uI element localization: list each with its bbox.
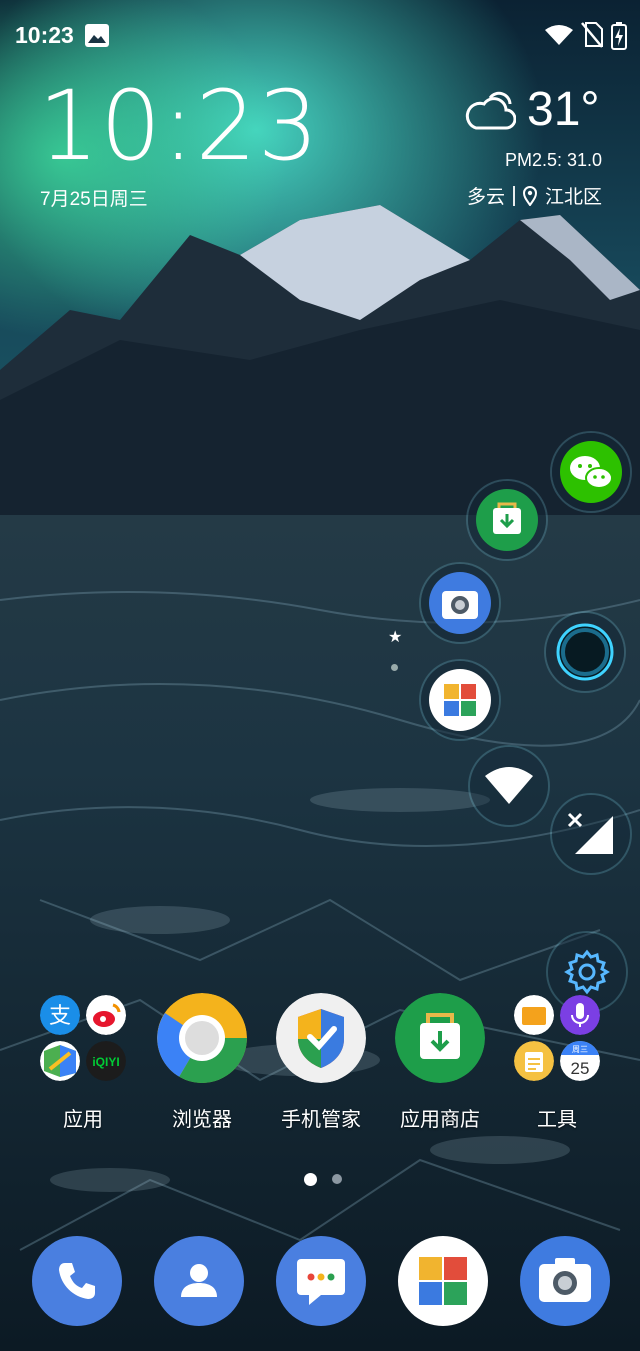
wifi-toggle[interactable] <box>470 747 548 825</box>
weather-location: 江北区 <box>544 187 602 208</box>
gear-icon <box>564 949 610 995</box>
pm25-reading: PM2.5: 31.0 <box>504 150 602 170</box>
app-store-icon <box>395 993 485 1083</box>
signal-off-icon <box>567 812 613 854</box>
camera-icon <box>429 572 491 634</box>
weather-temperature[interactable]: 31° <box>527 82 600 137</box>
dock-messages[interactable] <box>276 1236 366 1326</box>
mobile-data-toggle[interactable] <box>552 795 630 873</box>
camera-icon <box>539 1258 591 1302</box>
cloud-icon <box>465 91 516 130</box>
pinwheel-photos-icon <box>429 669 491 731</box>
weather-condition: 多云 <box>466 187 505 208</box>
app-label: 工具 <box>537 1109 577 1131</box>
iqiyi-logo-text: iQIYI <box>92 1055 119 1069</box>
status-bar: 10:23 <box>0 0 640 72</box>
app-label: 手机管家 <box>281 1109 361 1131</box>
clock-time-text: 10:23 <box>38 70 320 182</box>
wifi-icon <box>485 767 533 804</box>
app-label: 应用 <box>63 1109 103 1131</box>
dock-phone[interactable] <box>32 1236 122 1326</box>
assistant-orb-icon <box>556 623 614 681</box>
camera-shortcut[interactable] <box>421 564 499 642</box>
no-sim-icon <box>581 22 603 48</box>
phone-icon <box>59 1263 95 1299</box>
dock-contacts[interactable] <box>154 1236 244 1326</box>
app-folder[interactable]: 支 iQIYI 应用 <box>23 993 143 1132</box>
shopping-bag-download-icon <box>476 489 538 551</box>
battery-charging-icon <box>611 22 627 50</box>
message-icon <box>297 1259 345 1305</box>
phone-manager-app[interactable]: 手机管家 <box>261 993 381 1132</box>
notes-icon <box>514 1041 554 1081</box>
app-label: 浏览器 <box>172 1109 232 1131</box>
photos-shortcut[interactable] <box>421 661 499 739</box>
recorder-icon <box>560 995 600 1035</box>
pinwheel-photos-icon <box>419 1257 467 1305</box>
favorites-star-icon: ★ <box>388 629 403 646</box>
clock-widget-time[interactable]: 10:23 <box>38 78 320 175</box>
dock-photos[interactable] <box>398 1236 488 1326</box>
tools-folder[interactable]: 周三 25 工具 <box>497 993 617 1132</box>
assistant-shortcut[interactable] <box>546 613 624 691</box>
calendar-day: 25 <box>571 1059 590 1078</box>
app-store-app[interactable]: 应用商店 <box>380 993 500 1132</box>
status-time: 10:23 <box>15 22 74 48</box>
page-dot-active[interactable] <box>304 1173 317 1186</box>
alipay-icon: 支 <box>40 995 80 1035</box>
weather-location-row[interactable]: 多云 江北区 <box>467 182 602 209</box>
ring-page-dot <box>391 664 398 671</box>
wifi-icon <box>545 25 573 45</box>
wechat-icon <box>560 441 622 503</box>
iqiyi-icon: iQIYI <box>86 1041 126 1081</box>
tools-folder-icon: 周三 25 <box>512 993 602 1083</box>
files-icon <box>514 995 554 1035</box>
browser-app[interactable]: 浏览器 <box>142 993 262 1132</box>
wechat-shortcut[interactable] <box>552 433 630 511</box>
dock-camera[interactable] <box>520 1236 610 1326</box>
clock-date: 7月25日周三 <box>40 189 148 210</box>
phone-manager-shield-icon <box>276 993 366 1083</box>
app-folder-icon: 支 iQIYI <box>38 993 128 1083</box>
location-pin-icon <box>522 185 537 206</box>
svg-text:支: 支 <box>49 1004 71 1029</box>
calendar-weekday: 周三 <box>572 1045 588 1054</box>
page-dot[interactable] <box>332 1174 342 1184</box>
maps-icon <box>40 1041 80 1081</box>
app-store-shortcut[interactable] <box>468 481 546 559</box>
contacts-icon <box>181 1264 217 1297</box>
calendar-icon: 周三 25 <box>560 1041 600 1081</box>
browser-icon <box>157 993 247 1083</box>
weibo-icon <box>86 995 126 1035</box>
gallery-icon <box>85 24 109 47</box>
app-label: 应用商店 <box>400 1109 480 1131</box>
divider <box>512 185 515 206</box>
